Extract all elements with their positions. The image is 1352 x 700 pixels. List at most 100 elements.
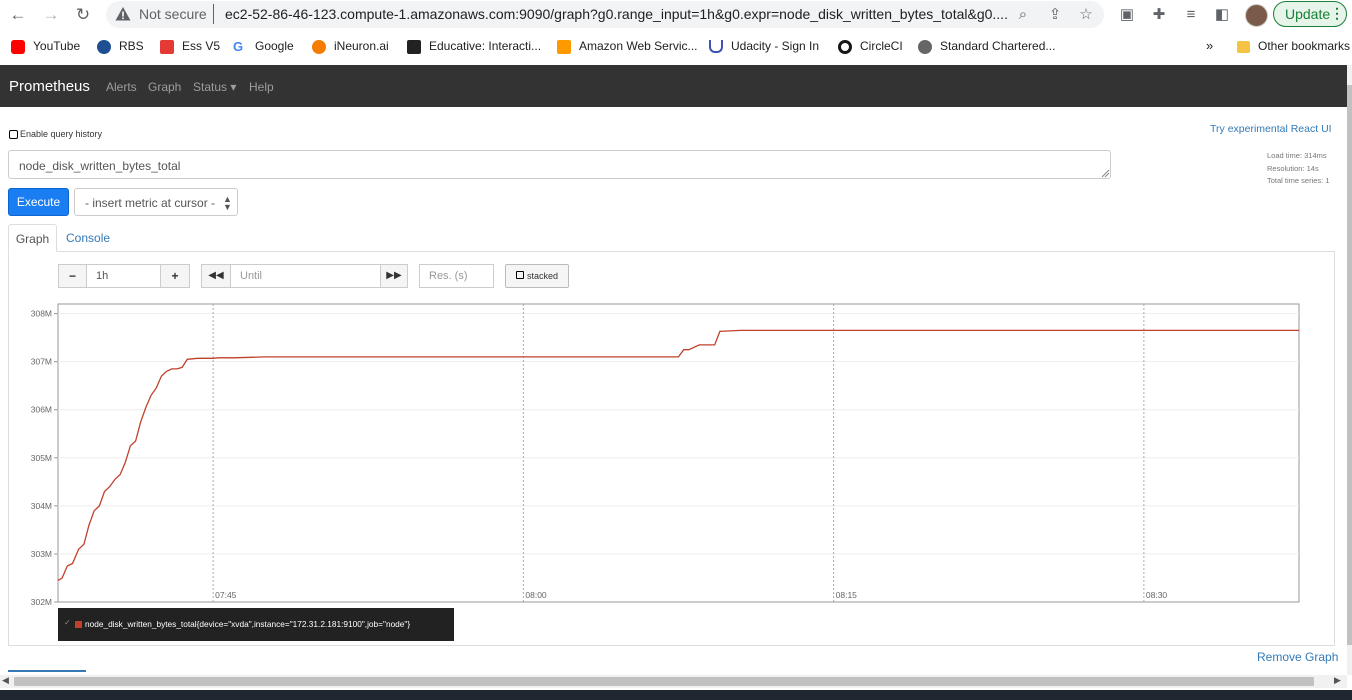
- nav-graph[interactable]: Graph: [148, 80, 181, 94]
- total-series: Total time series: 1: [1267, 176, 1330, 185]
- resolution-placeholder: Res. (s): [429, 270, 468, 282]
- range-decrease-button[interactable]: −: [58, 264, 87, 288]
- bookmark-educative[interactable]: Educative: Interacti...: [407, 38, 541, 54]
- bookmark-label: Google: [255, 39, 294, 53]
- y-tick-label: 307M: [31, 357, 52, 367]
- legend-check-icon: ✓: [64, 618, 71, 627]
- resolution: Resolution: 14s: [1267, 163, 1319, 173]
- resize-handle-icon[interactable]: [1101, 169, 1110, 178]
- legend-swatch: [75, 621, 82, 628]
- graph-chart[interactable]: 302M 303M 304M 305M 306M 307M 308M 07:45 08:00 0…: [0, 295, 1340, 610]
- educative-icon: [407, 39, 421, 54]
- time-back-button[interactable]: ◀◀: [201, 264, 231, 288]
- bookmark-ess-v5[interactable]: Ess V5: [160, 38, 220, 54]
- bookmark-rbs[interactable]: RBS: [97, 38, 144, 54]
- y-tick-label: 304M: [31, 501, 52, 511]
- extension-a-icon[interactable]: ▣: [1117, 5, 1137, 25]
- forward-icon[interactable]: →: [41, 5, 61, 25]
- bookmark-circleci[interactable]: CircleCI: [838, 38, 903, 54]
- bookmark-udacity[interactable]: Udacity - Sign In: [709, 38, 819, 54]
- circleci-icon: [838, 39, 852, 54]
- bookmark-label: Educative: Interacti...: [429, 39, 542, 53]
- stacked-checkbox-icon: [516, 271, 524, 279]
- bookmark-label: CircleCI: [860, 39, 903, 53]
- y-tick-label: 303M: [31, 549, 52, 559]
- x-tick-label: 07:45: [215, 590, 237, 600]
- google-icon: G: [233, 38, 244, 54]
- remove-graph-link[interactable]: Remove Graph: [1257, 650, 1338, 664]
- x-tick-label: 08:30: [1146, 590, 1168, 600]
- update-button[interactable]: Update ⋮: [1273, 1, 1347, 27]
- not-secure-label: Not secure: [139, 6, 207, 22]
- load-time: Load time: 314ms: [1267, 151, 1327, 160]
- stacked-toggle[interactable]: stacked: [505, 264, 569, 288]
- bookmark-other[interactable]: Other bookmarks: [1237, 38, 1350, 54]
- query-stats: Load time: 314ms Resolution: 14s Total t…: [1267, 150, 1330, 188]
- brand-link[interactable]: Prometheus: [9, 78, 90, 95]
- y-tick-label: 306M: [31, 405, 52, 415]
- warning-icon: [115, 7, 131, 21]
- execute-button[interactable]: Execute: [8, 188, 69, 216]
- nav-alerts[interactable]: Alerts: [106, 80, 137, 94]
- resolution-input[interactable]: Res. (s): [419, 264, 494, 288]
- x-tick-label: 08:00: [525, 590, 547, 600]
- add-graph-accent: [8, 670, 86, 672]
- scroll-right-icon[interactable]: ▶: [1334, 675, 1341, 686]
- insert-metric-label: - insert metric at cursor -: [85, 196, 216, 210]
- avatar[interactable]: [1245, 4, 1268, 27]
- legend-series-label[interactable]: node_disk_written_bytes_total{device="xv…: [85, 619, 410, 629]
- bookmark-standard-chartered[interactable]: Standard Chartered...: [918, 38, 1055, 54]
- tab-console[interactable]: Console: [66, 231, 110, 245]
- query-history-checkbox[interactable]: [9, 130, 18, 139]
- bookmark-label: Amazon Web Servic...: [579, 39, 698, 53]
- until-input[interactable]: Until: [230, 264, 381, 288]
- bookmark-label: Standard Chartered...: [940, 39, 1056, 53]
- ineuron-icon: [312, 39, 326, 54]
- reload-icon[interactable]: ↻: [73, 5, 93, 25]
- time-forward-button[interactable]: ▶▶: [380, 264, 408, 288]
- range-increase-button[interactable]: +: [160, 264, 190, 288]
- bookmarks-overflow[interactable]: »: [1206, 38, 1213, 54]
- globe-icon: [918, 39, 932, 54]
- media-list-icon[interactable]: ≡: [1181, 5, 1201, 25]
- expression-value: node_disk_written_bytes_total: [19, 159, 181, 173]
- youtube-icon: [11, 39, 25, 54]
- bookmark-label: Udacity - Sign In: [731, 39, 820, 53]
- plot-frame: [57, 303, 1300, 603]
- stacked-label: stacked: [527, 271, 559, 281]
- update-label: Update: [1285, 6, 1331, 22]
- x-tick-label: 08:15: [836, 590, 858, 600]
- star-icon[interactable]: ☆: [1077, 6, 1095, 24]
- nav-status[interactable]: Status ▾: [193, 80, 236, 94]
- range-input[interactable]: 1h: [86, 264, 161, 288]
- query-history-label: Enable query history: [20, 129, 103, 139]
- nav-help[interactable]: Help: [249, 80, 274, 94]
- url-text[interactable]: ec2-52-86-46-123.compute-1.amazonaws.com…: [225, 6, 1008, 22]
- url-divider: [213, 4, 214, 24]
- bookmark-google[interactable]: G Google: [233, 38, 294, 54]
- scroll-left-icon[interactable]: ◀: [2, 675, 9, 686]
- back-icon[interactable]: ←: [8, 5, 28, 25]
- bookmark-label: iNeuron.ai: [334, 39, 389, 53]
- bookmark-youtube[interactable]: YouTube: [11, 38, 80, 54]
- udacity-icon: [709, 40, 723, 54]
- insert-metric-select[interactable]: - insert metric at cursor - ▲ ▼: [74, 188, 238, 216]
- select-arrows-icon: ▲ ▼: [223, 194, 232, 212]
- share-icon[interactable]: ⇪: [1046, 6, 1064, 24]
- bookmark-label: YouTube: [33, 39, 81, 53]
- puzzle-icon[interactable]: ✚: [1149, 5, 1169, 25]
- react-ui-link[interactable]: Try experimental React UI: [1210, 123, 1332, 135]
- bookmark-ineuron[interactable]: iNeuron.ai: [312, 38, 389, 54]
- until-placeholder: Until: [240, 270, 263, 282]
- zoom-icon[interactable]: ⌕: [1014, 6, 1032, 24]
- bookmark-label: Ess V5: [182, 39, 221, 53]
- y-tick-label: 302M: [31, 597, 52, 607]
- ess-icon: [160, 39, 174, 54]
- bookmark-label: RBS: [119, 39, 144, 53]
- bookmark-aws[interactable]: Amazon Web Servic...: [557, 38, 698, 54]
- side-panel-icon[interactable]: ◧: [1212, 5, 1232, 25]
- horizontal-scrollbar-thumb[interactable]: [14, 677, 1314, 686]
- rbs-icon: [97, 39, 111, 54]
- page-scrollbar-thumb[interactable]: [1347, 85, 1352, 645]
- tab-graph[interactable]: Graph: [8, 224, 57, 252]
